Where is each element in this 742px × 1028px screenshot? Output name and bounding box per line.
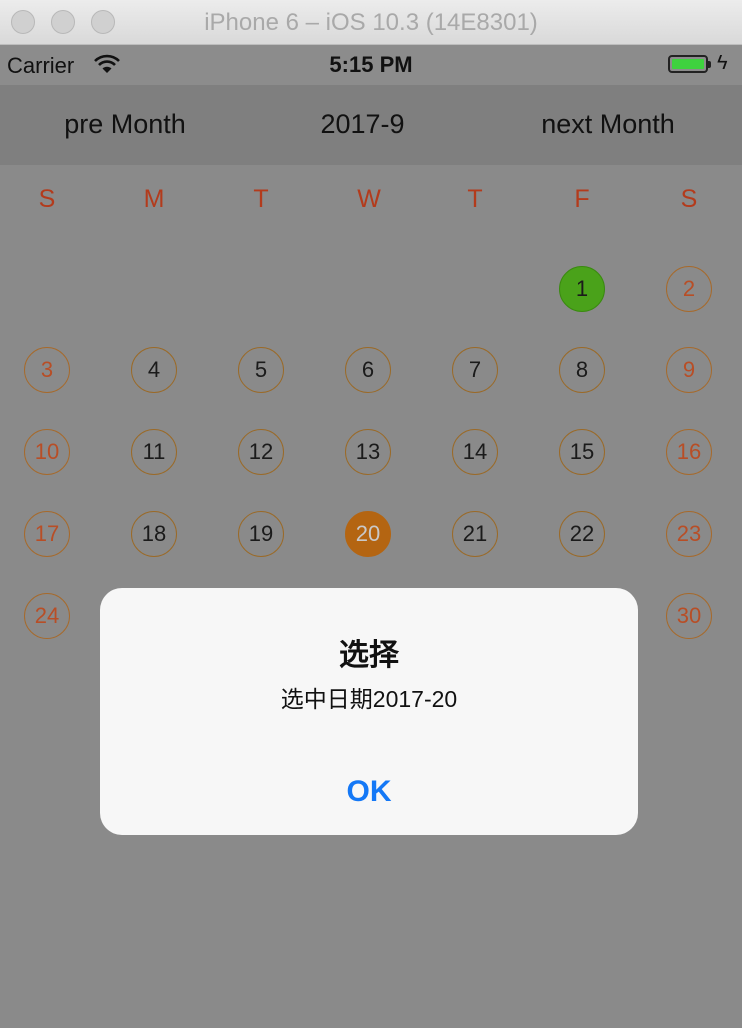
day-cell-today[interactable]: 1 xyxy=(559,266,605,312)
battery-icon xyxy=(668,55,708,73)
battery-tip xyxy=(708,61,711,68)
day-cell[interactable]: 12 xyxy=(238,429,284,475)
day-cell[interactable]: 11 xyxy=(131,429,177,475)
day-cell[interactable]: 14 xyxy=(452,429,498,475)
day-cell-selected[interactable]: 20 xyxy=(345,511,391,557)
day-cell[interactable]: 24 xyxy=(24,593,70,639)
window-title: iPhone 6 – iOS 10.3 (14E8301) xyxy=(204,9,538,36)
weekday-mon: M xyxy=(143,185,165,213)
day-cell[interactable]: 10 xyxy=(24,429,70,475)
day-cell[interactable]: 19 xyxy=(238,511,284,557)
weekday-header-row: S M T W T F S xyxy=(0,165,742,225)
day-cell[interactable]: 6 xyxy=(345,347,391,393)
day-cell[interactable]: 22 xyxy=(559,511,605,557)
status-time: 5:15 PM xyxy=(329,52,413,77)
weekday-wed: W xyxy=(357,185,381,213)
day-cell[interactable]: 15 xyxy=(559,429,605,475)
charging-bolt-icon: ϟ xyxy=(717,52,728,74)
alert-ok-button[interactable]: OK xyxy=(100,760,638,824)
month-navigation: pre Month 2017-9 next Month xyxy=(0,85,742,165)
weekday-thu: T xyxy=(467,185,483,213)
next-month-button[interactable]: next Month xyxy=(508,109,708,140)
day-cell[interactable]: 8 xyxy=(559,347,605,393)
weekday-sat: S xyxy=(680,185,698,213)
weekday-tue: T xyxy=(253,185,269,213)
day-cell[interactable]: 4 xyxy=(131,347,177,393)
day-cell[interactable]: 30 xyxy=(666,593,712,639)
day-cell[interactable]: 2 xyxy=(666,266,712,312)
day-cell[interactable]: 21 xyxy=(452,511,498,557)
status-bar: Carrier 5:15 PM ϟ xyxy=(0,45,742,85)
window-titlebar: iPhone 6 – iOS 10.3 (14E8301) xyxy=(0,0,742,45)
current-month-label: 2017-9 xyxy=(320,109,405,139)
day-cell[interactable]: 23 xyxy=(666,511,712,557)
day-cell[interactable]: 9 xyxy=(666,347,712,393)
day-cell[interactable]: 18 xyxy=(131,511,177,557)
alert-dialog: 选择 选中日期2017-20 OK xyxy=(100,588,638,835)
day-cell[interactable]: 5 xyxy=(238,347,284,393)
alert-message: 选中日期2017-20 xyxy=(280,686,458,712)
day-cell[interactable]: 13 xyxy=(345,429,391,475)
day-cell[interactable]: 7 xyxy=(452,347,498,393)
day-cell[interactable]: 17 xyxy=(24,511,70,557)
prev-month-button[interactable]: pre Month xyxy=(30,109,220,140)
day-cell[interactable]: 3 xyxy=(24,347,70,393)
weekday-sun: S xyxy=(38,185,56,213)
day-cell[interactable]: 16 xyxy=(666,429,712,475)
alert-title: 选择 xyxy=(339,639,399,672)
weekday-fri: F xyxy=(574,185,590,213)
